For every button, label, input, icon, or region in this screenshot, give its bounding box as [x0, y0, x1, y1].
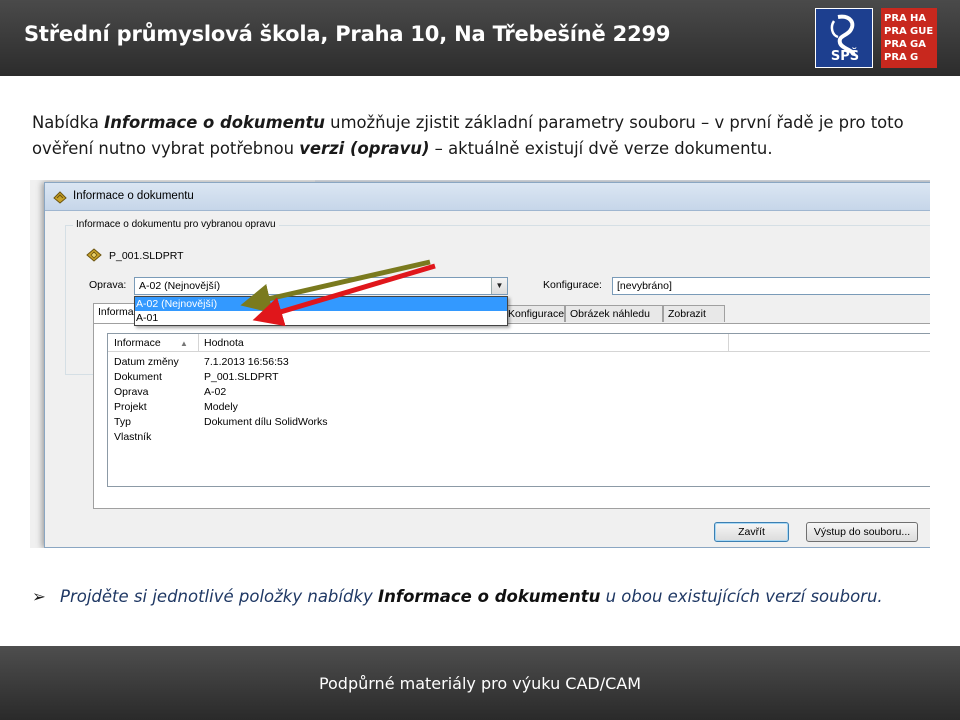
intro-emphasis: Informace o dokumentu: [104, 113, 325, 132]
row-key: Projekt: [114, 401, 147, 413]
info-list: Informace ▲ Hodnota Datum změny 7.1.2013…: [107, 333, 930, 487]
document-info-dialog: Informace o dokumentu Informace o dokume…: [44, 182, 930, 548]
revision-select-value: A-02 (Nejnovější): [139, 280, 221, 292]
praha-logo: PRA HA PRA GUE PRA GA PRA G: [881, 8, 937, 68]
dialog-title: Informace o dokumentu: [73, 190, 194, 202]
school-title: Střední průmyslová škola, Praha 10, Na T…: [24, 22, 671, 46]
bullet-text: u obou existujících verzí souboru.: [600, 587, 883, 606]
column-divider[interactable]: [198, 334, 199, 352]
export-to-file-button[interactable]: Výstup do souboru...: [806, 522, 918, 542]
column-header-info[interactable]: Informace: [114, 337, 161, 349]
part-file-name: P_001.SLDPRT: [109, 250, 184, 262]
instruction-bullet: ➢ Projděte si jednotlivé položky nabídky …: [32, 587, 942, 606]
row-value: A-02: [204, 386, 227, 398]
document-info-icon: [53, 191, 67, 204]
column-header-value[interactable]: Hodnota: [204, 337, 244, 349]
praha-logo-text: PRA: [884, 26, 907, 37]
column-divider[interactable]: [728, 334, 729, 352]
configuration-select-value: [nevybráno]: [617, 280, 672, 292]
table-row[interactable]: Vlastník: [108, 431, 930, 446]
row-key: Datum změny: [114, 356, 179, 368]
row-value: Dokument dílu SolidWorks: [204, 416, 328, 428]
bullet-emphasis: Informace o dokumentu: [378, 587, 601, 606]
praha-logo-text: PRA: [884, 13, 907, 24]
bullet-text: Projděte si jednotlivé položky nabídky: [60, 587, 379, 606]
list-header: Informace ▲ Hodnota: [108, 334, 930, 352]
sps-logo-text: SPŠ: [830, 49, 860, 64]
chevron-down-icon[interactable]: ▼: [491, 278, 507, 294]
row-value: P_001.SLDPRT: [204, 371, 279, 383]
row-key: Vlastník: [114, 431, 152, 443]
praha-logo-text: HA: [910, 13, 927, 24]
close-button[interactable]: Zavřít: [714, 522, 789, 542]
revision-option[interactable]: A-02 (Nejnovější): [135, 297, 507, 311]
praha-logo-text: GA: [910, 39, 926, 50]
intro-text: – aktuálně existují dvě verze dokumentu.: [429, 139, 773, 158]
table-row[interactable]: Projekt Modely: [108, 401, 930, 416]
table-row[interactable]: Oprava A-02: [108, 386, 930, 401]
tab-configuration[interactable]: Konfigurace: [503, 305, 565, 322]
part-file-icon: [86, 248, 102, 262]
praha-logo-text: PRA: [884, 39, 907, 50]
tab-preview-image[interactable]: Obrázek náhledu: [565, 305, 663, 322]
table-row[interactable]: Typ Dokument dílu SolidWorks: [108, 416, 930, 431]
table-row[interactable]: Datum změny 7.1.2013 16:56:53: [108, 356, 930, 371]
revision-select[interactable]: A-02 (Nejnovější) ▼: [134, 277, 508, 295]
slide-footer: Podpůrné materiály pro výuku CAD/CAM: [0, 646, 960, 720]
sort-ascending-icon: ▲: [180, 339, 188, 348]
bullet-arrow-icon: ➢: [32, 587, 46, 606]
row-key: Oprava: [114, 386, 149, 398]
tab-display[interactable]: Zobrazit: [663, 305, 725, 322]
table-row[interactable]: Dokument P_001.SLDPRT: [108, 371, 930, 386]
row-key: Typ: [114, 416, 131, 428]
configuration-label: Konfigurace:: [543, 279, 602, 291]
configuration-select[interactable]: [nevybráno]: [612, 277, 930, 295]
group-label: Informace o dokumentu pro vybranou oprav…: [73, 219, 279, 230]
revision-dropdown-list: A-02 (Nejnovější) A-01: [134, 296, 508, 326]
dialog-titlebar[interactable]: Informace o dokumentu: [45, 183, 930, 211]
dialog-screenshot: Informace o dokumentu Informace o dokume…: [30, 180, 930, 548]
intro-paragraph: Nabídka Informace o dokumentu umožňuje z…: [32, 110, 937, 162]
row-key: Dokument: [114, 371, 162, 383]
praha-logo-text: G: [910, 52, 919, 63]
row-value: 7.1.2013 16:56:53: [204, 356, 289, 368]
sps-logo: SPŠ: [815, 8, 873, 68]
intro-text: Nabídka: [32, 113, 105, 132]
praha-logo-text: GUE: [910, 26, 934, 37]
slide-header: Střední průmyslová škola, Praha 10, Na T…: [0, 0, 960, 76]
footer-text: Podpůrné materiály pro výuku CAD/CAM: [318, 674, 642, 693]
revision-option[interactable]: A-01: [135, 311, 507, 325]
praha-logo-text: PRA: [884, 52, 907, 63]
row-value: Modely: [204, 401, 238, 413]
intro-emphasis: verzi (opravu): [299, 139, 430, 158]
revision-label: Oprava:: [89, 279, 127, 291]
